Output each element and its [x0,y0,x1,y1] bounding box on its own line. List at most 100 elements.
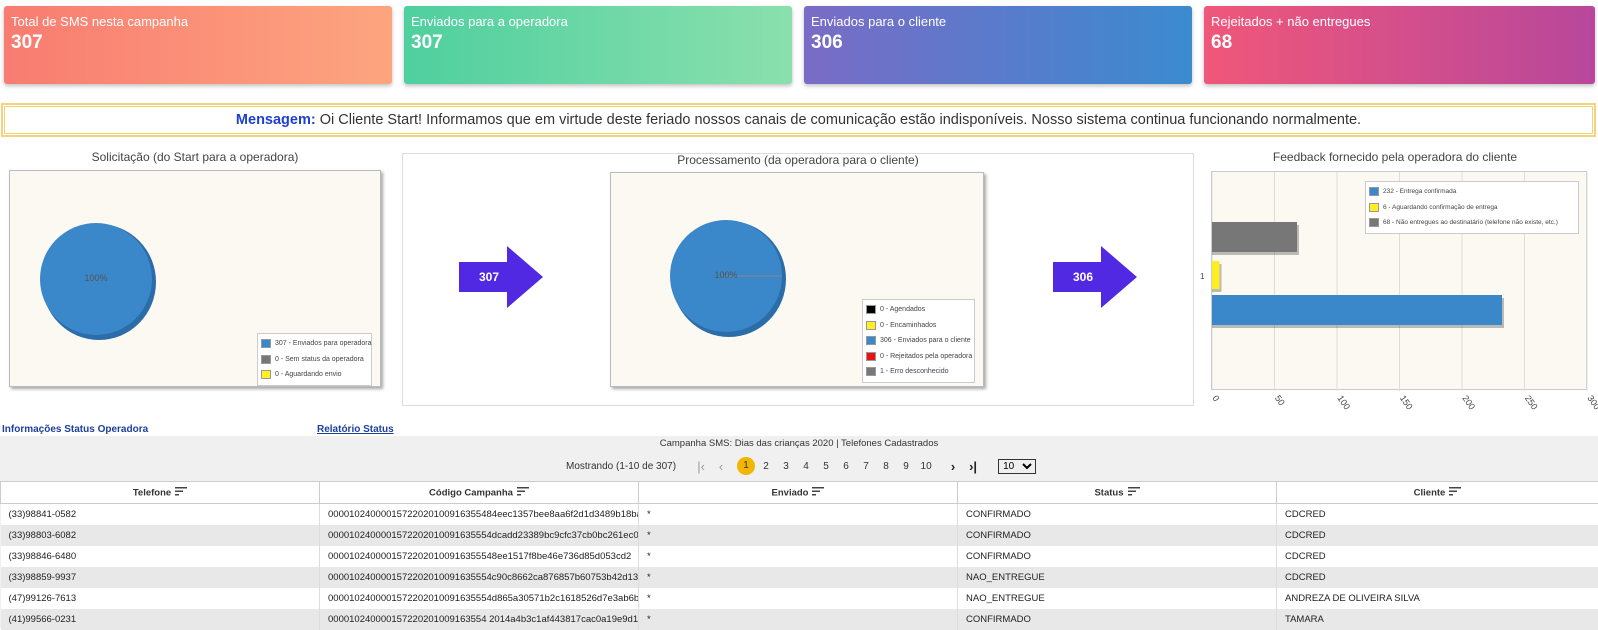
legend-item: 0 - Encaminhados [866,318,971,334]
page-button-1[interactable]: 1 [737,457,755,475]
page-size-select[interactable]: 10 [998,459,1036,474]
legend-item: 0 - Agendados [866,302,971,318]
x-tick-label: 150 [1398,393,1415,411]
page-button-8[interactable]: 8 [876,461,896,472]
last-page-icon[interactable]: ›| [968,459,978,474]
cell-telefone: (47)99126-7613 [1,588,320,609]
pie-percent-label: 100% [714,270,737,280]
link-relatorio-status[interactable]: Relatório Status [317,424,394,435]
legend-item: 68 - Não entregues ao destinatário (tele… [1369,215,1575,231]
legend-item: 232 - Entrega confirmada [1369,184,1575,200]
legend-swatch [866,321,876,330]
prev-page-icon[interactable]: ‹ [716,459,726,474]
sort-icon[interactable] [812,487,824,499]
page-button-2[interactable]: 2 [756,461,776,472]
legend-label: 0 - Rejeitados pela operadora [880,353,972,360]
table-row[interactable]: (47)99126-761300001024000015722020100916… [1,588,1598,609]
link-status-operadora[interactable]: Informações Status Operadora [2,424,148,435]
bar-aguardando-confirmacao [1212,261,1220,289]
pie-chart-solicitacao: 100% 307 - Enviados para operadora 0 - S… [9,170,381,387]
x-tick-label: 50 [1273,393,1287,407]
x-axis-ticks-feedback: 050100150200250300 [1200,390,1598,430]
kpi-label: Rejeitados + não entregues [1211,14,1588,29]
x-tick-label: 250 [1523,393,1540,411]
sort-icon[interactable] [1128,487,1140,499]
cell-enviado: * [639,567,958,588]
kpi-value: 307 [11,32,385,54]
first-page-icon[interactable]: |‹ [696,459,706,474]
column-header-cliente[interactable]: Cliente [1277,482,1598,504]
sort-icon[interactable] [1449,487,1461,499]
legend-item: 306 - Enviados para o cliente [866,333,971,349]
next-page-icon[interactable]: › [948,459,958,474]
legend-label: 68 - Não entregues ao destinatário (tele… [1383,219,1558,226]
legend-label: 307 - Enviados para operadora [275,340,372,347]
column-header-codigo[interactable]: Código Campanha [320,482,639,504]
cell-status: NAO_ENTREGUE [958,567,1277,588]
arrow-icon-second: 306 [1053,246,1137,313]
kpi-row: Total de SMS nesta campanha 307 Enviados… [0,0,1598,90]
legend-swatch [261,339,271,348]
kpi-value: 306 [811,32,1185,54]
cell-codigo-campanha: 000010240000157220201009163554 2014a4b3c… [320,609,639,630]
cell-telefone: (41)99566-0231 [1,609,320,630]
page-button-6[interactable]: 6 [836,461,856,472]
kpi-card-cliente: Enviados para o cliente 306 [804,6,1192,84]
cell-codigo-campanha: 00001024000015722020100916355484eec1357b… [320,504,639,525]
table-row[interactable]: (33)98859-993700001024000015722020100916… [1,567,1598,588]
page-button-5[interactable]: 5 [816,461,836,472]
table-row[interactable]: (41)99566-023100001024000015722020100916… [1,609,1598,630]
page-button-7[interactable]: 7 [856,461,876,472]
column-header-status[interactable]: Status [958,482,1277,504]
column-header-label: Enviado [772,487,809,498]
legend-swatch [1369,203,1379,212]
legend-label: 0 - Agendados [880,306,925,313]
kpi-value: 307 [411,32,785,54]
x-tick-label: 300 [1585,393,1598,411]
sort-icon[interactable] [175,487,187,499]
cell-telefone: (33)98803-6082 [1,525,320,546]
sort-icon[interactable] [517,487,529,499]
legend-label: 0 - Aguardando envio [275,371,342,378]
legend-item: 1 - Erro desconhecido [866,364,971,380]
legend-label: 306 - Enviados para o cliente [880,337,971,344]
cell-codigo-campanha: 0000102400001572202010091635554dcadd2338… [320,525,639,546]
table-row[interactable]: (33)98841-058200001024000015722020100916… [1,504,1598,525]
table-row[interactable]: (33)98803-608200001024000015722020100916… [1,525,1598,546]
legend-item: 0 - Sem status da operadora [261,352,368,368]
page-button-10[interactable]: 10 [916,461,936,472]
pagination-info: Mostrando (1-10 de 307) [566,461,676,472]
page-button-9[interactable]: 9 [896,461,916,472]
cell-cliente: ANDREZA DE OLIVEIRA SILVA [1277,588,1598,609]
cell-telefone: (33)98846-6480 [1,546,320,567]
bar-chart-feedback: 232 - Entrega confirmada 6 - Aguardando … [1211,171,1587,390]
page-button-4[interactable]: 4 [796,461,816,472]
column-header-telefone[interactable]: Telefone [1,482,320,504]
legend-swatch [866,305,876,314]
cell-codigo-campanha: 0000102400001572202010091635554c90c8662c… [320,567,639,588]
table-header-row: Telefone Código Campanha Enviado Status … [1,482,1598,504]
legend-item: 0 - Rejeitados pela operadora [866,349,971,365]
cell-codigo-campanha: 0000102400001572202010091635554d865a3057… [320,588,639,609]
kpi-card-total: Total de SMS nesta campanha 307 [4,6,392,84]
table-row[interactable]: (33)98846-648000001024000015722020100916… [1,546,1598,567]
column-header-label: Status [1094,487,1123,498]
cell-status: CONFIRMADO [958,525,1277,546]
kpi-label: Total de SMS nesta campanha [11,14,385,29]
cell-enviado: * [639,525,958,546]
arrow-value: 307 [459,246,519,308]
cell-cliente: CDCRED [1277,525,1598,546]
column-header-label: Telefone [133,487,171,498]
legend-swatch [866,367,876,376]
legend-label: 232 - Entrega confirmada [1383,188,1456,195]
chart-title-processamento: Processamento (da operadora para o clien… [402,153,1194,167]
legend-item: 0 - Aguardando envio [261,367,368,383]
page-button-3[interactable]: 3 [776,461,796,472]
announcement-text: Oi Cliente Start! Informamos que em virt… [320,112,1361,128]
legend-label: 0 - Sem status da operadora [275,356,364,363]
cell-enviado: * [639,546,958,567]
column-header-enviado[interactable]: Enviado [639,482,958,504]
cell-cliente: CDCRED [1277,567,1598,588]
announcement-bar: Mensagem: Oi Cliente Start! Informamos q… [1,103,1596,137]
paginator: Mostrando (1-10 de 307) |‹ ‹ 1 2 3 4 5 6… [566,458,1036,474]
